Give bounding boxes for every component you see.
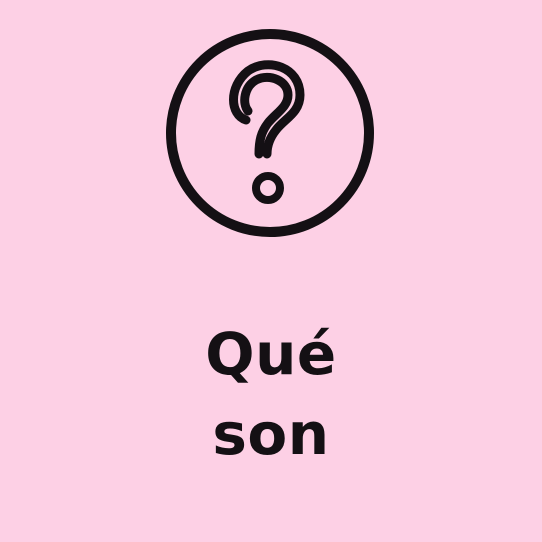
question-mark-svg — [166, 29, 374, 237]
icon-question-dot — [252, 172, 284, 204]
heading-line-2: son — [212, 400, 330, 468]
card-background: Qué son — [0, 0, 542, 542]
heading-line-1: Qué — [205, 320, 337, 388]
question-mark-circle-icon — [164, 27, 376, 239]
